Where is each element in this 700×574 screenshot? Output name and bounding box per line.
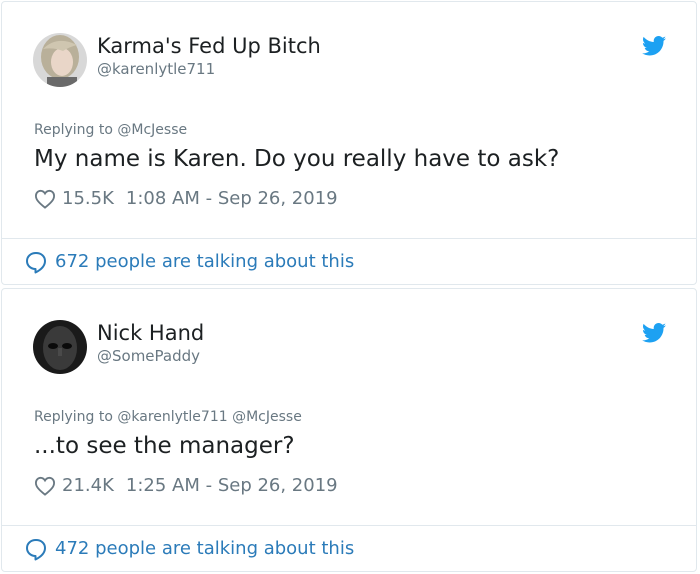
heart-icon[interactable] bbox=[34, 476, 56, 496]
like-count[interactable]: 21.4K bbox=[62, 475, 114, 497]
tweet-meta: 15.5K 1:08 AM - Sep 26, 2019 bbox=[34, 188, 338, 210]
handle[interactable]: @SomePaddy bbox=[97, 347, 200, 365]
timestamp[interactable]: 1:25 AM - Sep 26, 2019 bbox=[126, 475, 338, 497]
tweet-meta: 21.4K 1:25 AM - Sep 26, 2019 bbox=[34, 475, 338, 497]
tweet-text: My name is Karen. Do you really have to … bbox=[34, 146, 560, 172]
handle[interactable]: @karenlytle711 bbox=[97, 60, 215, 78]
conversation-count-text: 672 people are talking about this bbox=[55, 251, 355, 272]
twitter-bird-icon[interactable] bbox=[642, 36, 666, 56]
user-avatar-photo-icon bbox=[33, 33, 87, 87]
tweet-text: ...to see the manager? bbox=[34, 433, 295, 459]
divider bbox=[2, 238, 696, 239]
divider bbox=[2, 525, 696, 526]
conversation-link[interactable]: 472 people are talking about this bbox=[24, 537, 354, 561]
replying-to[interactable]: Replying to @McJesse bbox=[34, 121, 187, 139]
timestamp[interactable]: 1:08 AM - Sep 26, 2019 bbox=[126, 188, 338, 210]
replying-to[interactable]: Replying to @karenlytle711 @McJesse bbox=[34, 408, 302, 426]
speech-bubble-icon bbox=[26, 539, 46, 561]
twitter-bird-icon[interactable] bbox=[642, 323, 666, 343]
conversation-count-text: 472 people are talking about this bbox=[55, 538, 355, 559]
tweet-card[interactable]: Karma's Fed Up Bitch @karenlytle711 Repl… bbox=[1, 1, 697, 285]
tweet-card[interactable]: Nick Hand @SomePaddy Replying to @karenl… bbox=[1, 288, 697, 572]
avatar[interactable] bbox=[33, 320, 87, 374]
user-avatar-photo-icon bbox=[33, 320, 87, 374]
conversation-link[interactable]: 672 people are talking about this bbox=[24, 250, 354, 274]
display-name[interactable]: Karma's Fed Up Bitch bbox=[97, 33, 321, 59]
heart-icon[interactable] bbox=[34, 189, 56, 209]
speech-bubble-icon bbox=[26, 252, 46, 274]
like-count[interactable]: 15.5K bbox=[62, 188, 114, 210]
display-name[interactable]: Nick Hand bbox=[97, 320, 204, 346]
avatar[interactable] bbox=[33, 33, 87, 87]
